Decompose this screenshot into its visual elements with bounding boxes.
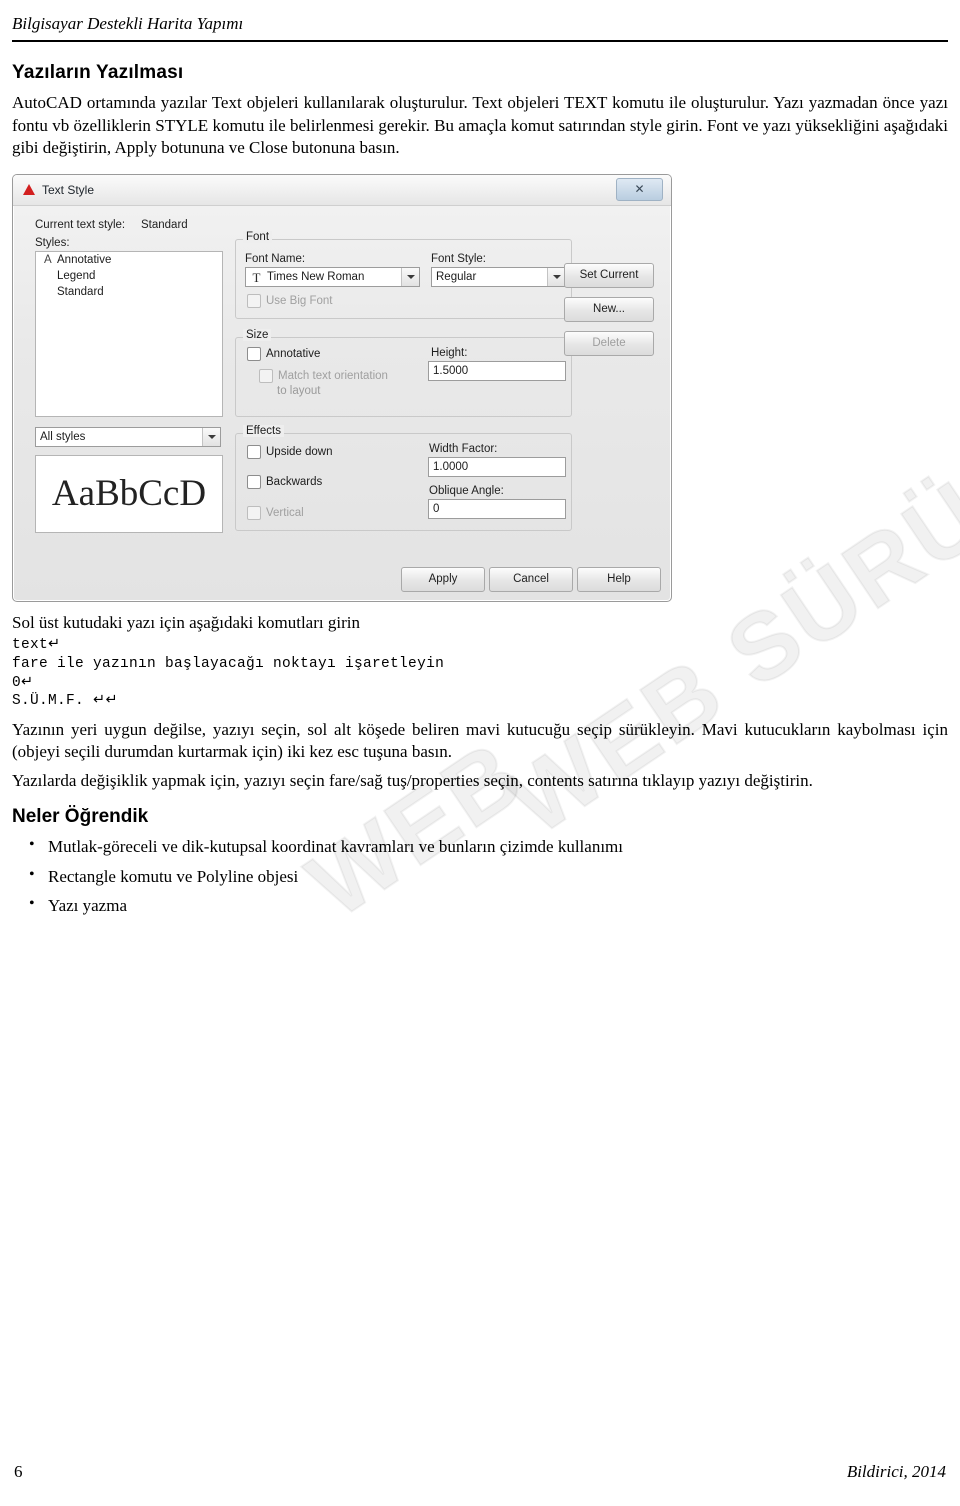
vertical-label: Vertical [266,506,304,519]
chevron-down-icon[interactable] [547,267,565,286]
size-group-title: Size [243,328,272,341]
page-number: 6 [14,1462,23,1481]
use-big-font-checkbox[interactable]: Use Big Font [247,293,333,308]
chevron-down-icon[interactable] [202,427,220,446]
command-block: text↵ fare ile yazının başlayacağı nokta… [12,636,948,710]
learned-list: Mutlak-göreceli ve dik-kutupsal koordina… [12,833,948,919]
command-line: fare ile yazının başlayacağı noktayı işa… [12,655,445,672]
page-title: Yazıların Yazılması [12,62,184,83]
document-content: Yazıların Yazılması AutoCAD ortamında ya… [12,62,948,923]
annotative-label: Annotative [266,347,321,360]
backwards-checkbox[interactable]: Backwards [247,474,323,489]
command-line: text↵ [12,637,61,654]
font-style-label: Font Style: [431,252,486,265]
document-page: Bilgisayar Destekli Harita Yapımı Yazıla… [0,0,960,1506]
apply-button[interactable]: Apply [401,566,485,592]
match-text-orientation-label: Match text orientation [278,369,388,382]
width-factor-label: Width Factor: [429,442,498,455]
font-name-label: Font Name: [245,252,306,265]
help-button[interactable]: Help [577,566,661,592]
list-item: Mutlak-göreceli ve dik-kutupsal koordina… [29,833,948,860]
upside-down-checkbox[interactable]: Upside down [247,444,333,459]
font-style-combo[interactable]: Regular [431,266,566,287]
dialog-title: Text Style [42,182,95,197]
move-text-paragraph: Yazının yeri uygun değilse, yazıyı seçin… [12,719,948,762]
to-layout-label: to layout [277,384,321,397]
running-header: Bilgisayar Destekli Harita Yapımı [12,14,244,33]
use-big-font-label: Use Big Font [266,294,333,307]
list-item[interactable]: Legend [36,268,222,284]
backwards-label: Backwards [266,475,323,488]
list-item-label: Legend [57,269,96,282]
font-group-title: Font [243,230,273,243]
height-input[interactable]: 1.5000 [428,360,566,381]
list-item: Yazı yazma [29,892,948,919]
styles-label: Styles: [35,236,70,249]
list-item[interactable]: A Annotative [36,252,222,268]
checkbox-box [247,346,261,361]
dialog-titlebar: Text Style [13,174,671,206]
height-label: Height: [431,346,468,359]
intro-paragraph: AutoCAD ortamında yazılar Text objeleri … [12,93,948,158]
annotative-icon: A [44,253,52,266]
annotative-checkbox[interactable]: Annotative [247,346,321,361]
current-style-value: Standard [141,218,188,231]
learned-title: Neler Öğrendik [12,806,149,828]
oblique-angle-label: Oblique Angle: [429,484,504,497]
list-item[interactable]: Standard [36,284,222,300]
match-text-orientation-checkbox[interactable]: Match text orientation [259,368,388,383]
checkbox-box [247,444,261,459]
width-factor-input[interactable]: 1.0000 [428,456,566,477]
upside-down-label: Upside down [266,445,333,458]
checkbox-box [247,474,261,489]
vertical-checkbox[interactable]: Vertical [247,505,304,520]
styles-listbox[interactable]: A Annotative Legend Standard [35,250,223,417]
font-name-combo[interactable]: T Times New Roman [245,266,420,287]
styles-filter-combo[interactable]: All styles [35,426,221,447]
autocad-logo-icon [22,183,36,197]
checkbox-box [247,293,261,308]
close-button[interactable]: ✕ [616,177,663,201]
oblique-angle-input[interactable]: 0 [428,498,566,519]
font-style-value: Regular [436,270,477,283]
checkbox-box [247,505,261,520]
styles-filter-value: All styles [40,430,86,443]
set-current-button[interactable]: Set Current [564,262,654,288]
checkbox-box [259,368,273,383]
effects-group-title: Effects [243,424,284,437]
command-line: 0↵ [12,674,34,691]
commands-intro: Sol üst kutudaki yazı için aşağıdaki kom… [12,612,360,632]
delete-button[interactable]: Delete [564,330,654,356]
cancel-button[interactable]: Cancel [489,566,573,592]
list-item: Rectangle komutu ve Polyline objesi [29,863,948,890]
font-preview-icon: T [252,269,261,285]
command-line: S.Ü.M.F. ↵↵ [12,693,118,710]
font-name-value: Times New Roman [267,270,365,283]
header-divider [12,40,948,42]
chevron-down-icon[interactable] [401,267,419,286]
text-style-dialog: Text Style ✕ Current text style: Standar… [12,173,672,602]
edit-text-paragraph: Yazılarda değişiklik yapmak için, yazıyı… [12,770,813,790]
style-preview: AaBbCcD [35,454,223,533]
text-style-dialog-figure: Text Style ✕ Current text style: Standar… [12,173,672,602]
footer-attribution: Bildirici, 2014 [846,1462,946,1481]
current-style-label: Current text style: [35,218,126,231]
list-item-label: Standard [57,285,104,298]
new-button[interactable]: New... [564,296,654,322]
list-item-label: Annotative [57,253,112,266]
